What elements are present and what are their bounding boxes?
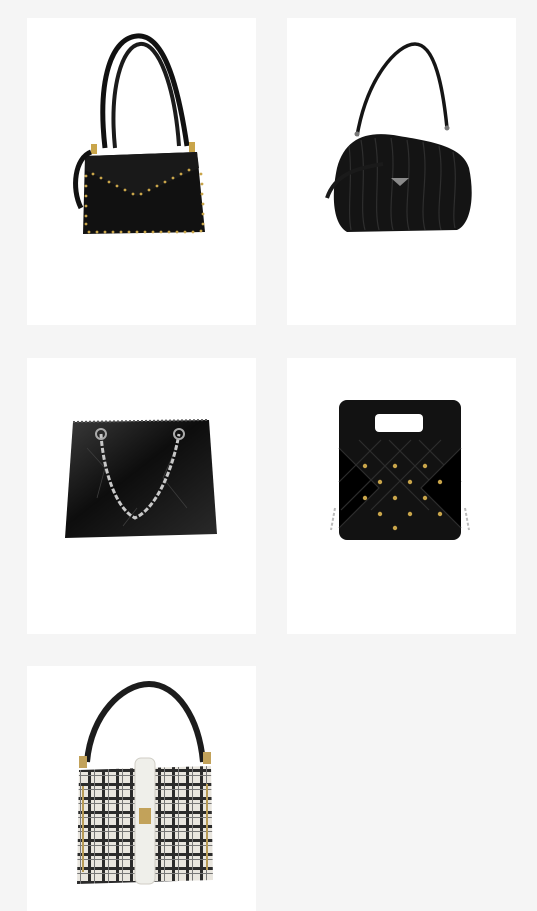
- product-card-chain-crackle-bag[interactable]: [27, 358, 256, 634]
- hobo-bag-image: [325, 42, 472, 232]
- quilted-tote-image: [330, 400, 470, 540]
- product-card-ruched-hobo-bag[interactable]: [287, 18, 516, 325]
- product-card-tweed-top-handle-bag[interactable]: [27, 666, 256, 911]
- chain-bag-image: [65, 419, 217, 538]
- studded-handbag-image: [73, 33, 205, 234]
- tweed-bag-image: [77, 680, 213, 885]
- product-card-quilted-cutout-tote[interactable]: [287, 358, 516, 634]
- product-card-studded-shoulder-bag[interactable]: [27, 18, 256, 325]
- product-grid: [0, 0, 537, 911]
